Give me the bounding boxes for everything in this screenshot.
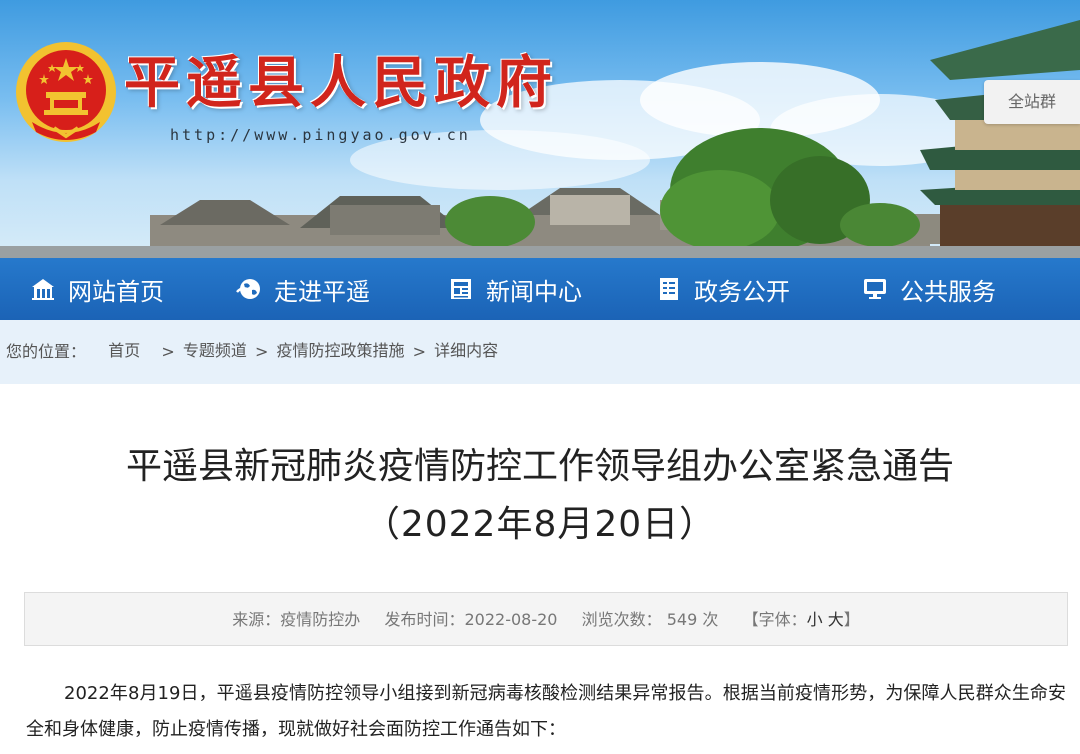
- header-banner: 平遥县人民政府 http://www.pingyao.gov.cn 全站群: [0, 0, 1080, 258]
- nav-item-services[interactable]: 公共服务: [862, 258, 996, 320]
- banner-scenery: [0, 20, 1080, 258]
- font-size-bracket: 】: [843, 610, 860, 629]
- font-size-control: 【字体：小 大】: [743, 610, 860, 629]
- font-size-large-button[interactable]: 大: [828, 610, 844, 629]
- newspaper-icon: [451, 279, 471, 299]
- nav-item-label: 网站首页: [68, 277, 164, 306]
- site-title: 平遥县人民政府: [124, 51, 558, 116]
- article-paragraph: 2022年8月19日，平遥县疫情防控领导小组接到新冠病毒核酸检测结果异常报告。根…: [26, 683, 1066, 740]
- breadcrumb-label: 您的位置：: [6, 341, 87, 361]
- nav-item-label: 政务公开: [694, 277, 790, 306]
- nav-item-label: 走进平遥: [274, 277, 370, 306]
- national-emblem-icon: [16, 42, 116, 142]
- home-icon: [32, 279, 54, 300]
- publish-date: 2022-08-20: [464, 610, 558, 629]
- nav-item-news[interactable]: 新闻中心: [448, 258, 582, 320]
- nav-item-label: 公共服务: [900, 277, 996, 306]
- source-value: 疫情防控办: [280, 610, 361, 629]
- views-count: 549: [666, 610, 698, 629]
- article-meta: 来源：疫情防控办 发布时间：2022-08-20 浏览次数： 549 次 【字体…: [24, 592, 1068, 646]
- nav-item-affairs[interactable]: 政务公开: [656, 258, 790, 320]
- source-label: 来源：: [232, 610, 281, 629]
- monitor-icon: [864, 279, 886, 299]
- font-size-small-button[interactable]: 小: [807, 610, 823, 629]
- nav-item-about[interactable]: 走进平遥: [236, 258, 370, 320]
- article-title-line2: （2022年8月20日）: [363, 504, 717, 545]
- views-unit: 次: [702, 610, 719, 629]
- views-label: 浏览次数：: [581, 610, 662, 629]
- publish-label: 发布时间：: [384, 610, 465, 629]
- site-group-button[interactable]: 全站群: [984, 80, 1080, 124]
- globe-icon: [236, 279, 260, 299]
- breadcrumb-separator: >: [255, 341, 269, 361]
- breadcrumb-link-detail[interactable]: 详细内容: [434, 341, 498, 360]
- breadcrumb-separator: >: [412, 341, 427, 361]
- nav-item-home[interactable]: 网站首页: [30, 258, 164, 320]
- main-nav: 网站首页 走进平遥 新闻中心 政务公开 公共服务: [0, 258, 1080, 320]
- breadcrumb-link-policy[interactable]: 疫情防控政策措施: [277, 341, 405, 360]
- font-size-label: 【字体：: [742, 610, 807, 629]
- breadcrumb-separator: >: [161, 341, 175, 361]
- article-title: 平遥县新冠肺炎疫情防控工作领导组办公室紧急通告 （2022年8月20日）: [0, 438, 1080, 554]
- article-title-line1: 平遥县新冠肺炎疫情防控工作领导组办公室紧急通告: [125, 446, 954, 487]
- site-url: http://www.pingyao.gov.cn: [170, 126, 471, 144]
- document-icon: [660, 278, 678, 300]
- nav-item-label: 新闻中心: [486, 277, 582, 306]
- breadcrumb: 您的位置： 首页 > 专题频道 > 疫情防控政策措施 > 详细内容: [0, 320, 1080, 384]
- breadcrumb-link-topics[interactable]: 专题频道: [183, 341, 247, 360]
- breadcrumb-link-home[interactable]: 首页: [108, 341, 140, 360]
